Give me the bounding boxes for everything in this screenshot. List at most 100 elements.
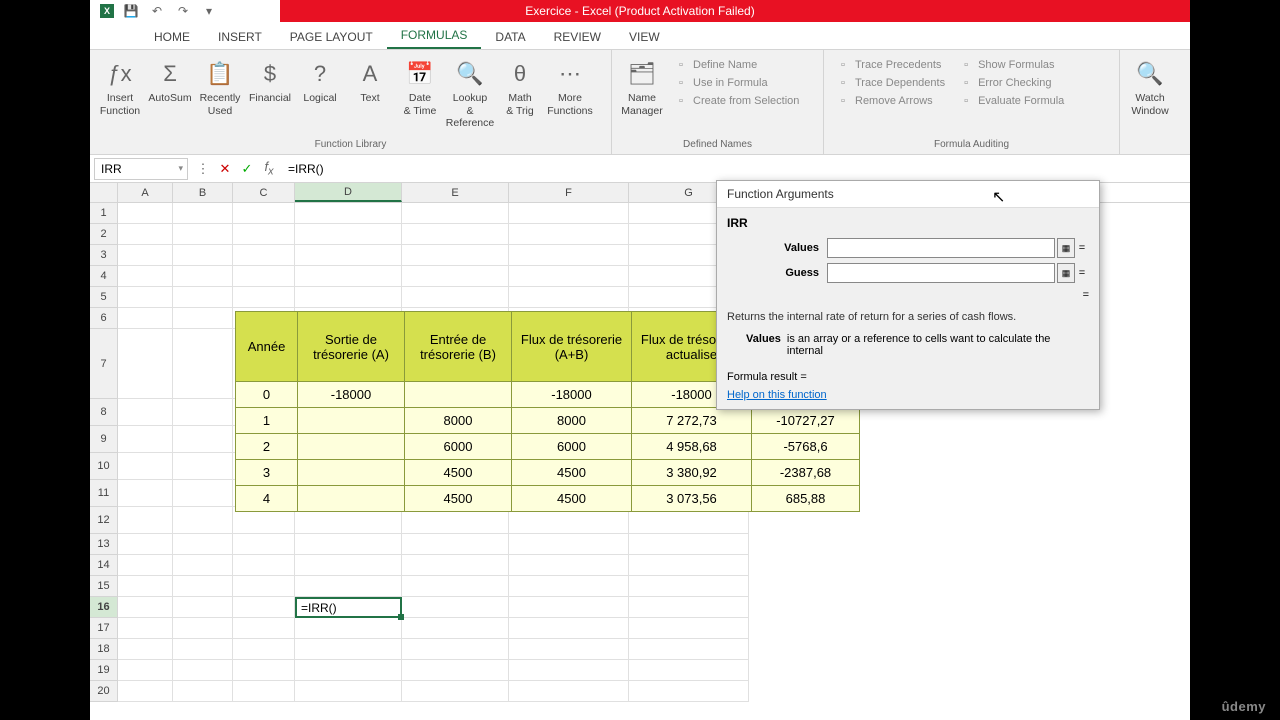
show-formulas-button[interactable]: ▫Show Formulas bbox=[959, 58, 1064, 72]
table-cell[interactable]: 3 073,56 bbox=[632, 486, 752, 512]
fn-recently-used-button[interactable]: 📋RecentlyUsed bbox=[196, 54, 244, 137]
fn-math-trig-button[interactable]: θMath& Trig bbox=[496, 54, 544, 137]
cell-A3[interactable] bbox=[118, 245, 173, 266]
table-cell[interactable] bbox=[298, 408, 405, 434]
cell-B4[interactable] bbox=[173, 266, 233, 287]
cell-A18[interactable] bbox=[118, 639, 173, 660]
cell-B20[interactable] bbox=[173, 681, 233, 702]
active-cell[interactable]: =IRR() bbox=[295, 597, 402, 618]
fn-logical-button[interactable]: ?Logical bbox=[296, 54, 344, 137]
arg-input-guess[interactable] bbox=[827, 263, 1055, 283]
row-header-6[interactable]: 6 bbox=[90, 308, 118, 329]
fn-lookup-reference-button[interactable]: 🔍Lookup& Reference bbox=[446, 54, 494, 137]
cell-D20[interactable] bbox=[295, 681, 402, 702]
cell-B11[interactable] bbox=[173, 480, 233, 507]
row-header-20[interactable]: 20 bbox=[90, 681, 118, 702]
cell-C16[interactable] bbox=[233, 597, 295, 618]
cell-F17[interactable] bbox=[509, 618, 629, 639]
cell-A20[interactable] bbox=[118, 681, 173, 702]
qat-dropdown-icon[interactable]: ▾ bbox=[200, 2, 218, 20]
table-cell[interactable]: 3 380,92 bbox=[632, 460, 752, 486]
cell-F19[interactable] bbox=[509, 660, 629, 681]
cell-D5[interactable] bbox=[295, 287, 402, 308]
cell-E5[interactable] bbox=[402, 287, 509, 308]
row-header-3[interactable]: 3 bbox=[90, 245, 118, 266]
cell-A2[interactable] bbox=[118, 224, 173, 245]
table-cell[interactable] bbox=[298, 434, 405, 460]
tab-home[interactable]: HOME bbox=[140, 25, 204, 49]
range-picker-icon[interactable]: ▦ bbox=[1057, 238, 1075, 258]
cell-B8[interactable] bbox=[173, 399, 233, 426]
name-manager-button[interactable]: 🗂 Name Manager bbox=[618, 54, 666, 137]
cell-G18[interactable] bbox=[629, 639, 749, 660]
row-header-4[interactable]: 4 bbox=[90, 266, 118, 287]
cell-F5[interactable] bbox=[509, 287, 629, 308]
table-cell[interactable]: -5768,6 bbox=[752, 434, 860, 460]
cell-D14[interactable] bbox=[295, 555, 402, 576]
row-header-19[interactable]: 19 bbox=[90, 660, 118, 681]
cell-B13[interactable] bbox=[173, 534, 233, 555]
cell-B5[interactable] bbox=[173, 287, 233, 308]
cell-B6[interactable] bbox=[173, 308, 233, 329]
cell-B16[interactable] bbox=[173, 597, 233, 618]
cell-F3[interactable] bbox=[509, 245, 629, 266]
cell-C14[interactable] bbox=[233, 555, 295, 576]
table-cell[interactable]: 8000 bbox=[405, 408, 512, 434]
cell-B17[interactable] bbox=[173, 618, 233, 639]
cell-A8[interactable] bbox=[118, 399, 173, 426]
col-header-A[interactable]: A bbox=[118, 183, 173, 202]
cell-E1[interactable] bbox=[402, 203, 509, 224]
cell-A11[interactable] bbox=[118, 480, 173, 507]
define-name-button[interactable]: ▫Define Name bbox=[674, 58, 799, 72]
cell-E20[interactable] bbox=[402, 681, 509, 702]
col-header-B[interactable]: B bbox=[173, 183, 233, 202]
row-header-9[interactable]: 9 bbox=[90, 426, 118, 453]
cell-F20[interactable] bbox=[509, 681, 629, 702]
cell-D18[interactable] bbox=[295, 639, 402, 660]
fn-financial-button[interactable]: $Financial bbox=[246, 54, 294, 137]
cell-B3[interactable] bbox=[173, 245, 233, 266]
cell-F16[interactable] bbox=[509, 597, 629, 618]
cell-A14[interactable] bbox=[118, 555, 173, 576]
row-header-5[interactable]: 5 bbox=[90, 287, 118, 308]
formula-input[interactable] bbox=[280, 158, 1190, 180]
cell-B18[interactable] bbox=[173, 639, 233, 660]
row-header-15[interactable]: 15 bbox=[90, 576, 118, 597]
row-header-16[interactable]: 16 bbox=[90, 597, 118, 618]
cell-C3[interactable] bbox=[233, 245, 295, 266]
table-cell[interactable]: 7 272,73 bbox=[632, 408, 752, 434]
table-cell[interactable]: 8000 bbox=[512, 408, 632, 434]
cell-B19[interactable] bbox=[173, 660, 233, 681]
table-cell[interactable]: 0 bbox=[236, 382, 298, 408]
cell-G19[interactable] bbox=[629, 660, 749, 681]
table-cell[interactable]: 4500 bbox=[405, 486, 512, 512]
cell-A15[interactable] bbox=[118, 576, 173, 597]
row-header-11[interactable]: 11 bbox=[90, 480, 118, 507]
cell-G14[interactable] bbox=[629, 555, 749, 576]
row-header-8[interactable]: 8 bbox=[90, 399, 118, 426]
cell-A4[interactable] bbox=[118, 266, 173, 287]
cell-A17[interactable] bbox=[118, 618, 173, 639]
table-cell[interactable]: -18000 bbox=[512, 382, 632, 408]
cell-B9[interactable] bbox=[173, 426, 233, 453]
cell-G16[interactable] bbox=[629, 597, 749, 618]
table-cell[interactable]: -2387,68 bbox=[752, 460, 860, 486]
remove-arrows-button[interactable]: ▫Remove Arrows bbox=[836, 94, 945, 108]
col-header-C[interactable]: C bbox=[233, 183, 295, 202]
fn-text-button[interactable]: AText bbox=[346, 54, 394, 137]
cell-A19[interactable] bbox=[118, 660, 173, 681]
cell-D3[interactable] bbox=[295, 245, 402, 266]
cell-E16[interactable] bbox=[402, 597, 509, 618]
tab-view[interactable]: VIEW bbox=[615, 25, 674, 49]
function-arguments-dialog[interactable]: Function Arguments IRR Values ▦ = Guess … bbox=[716, 180, 1100, 410]
cell-D2[interactable] bbox=[295, 224, 402, 245]
fn-date-time-button[interactable]: 📅Date& Time bbox=[396, 54, 444, 137]
col-header-F[interactable]: F bbox=[509, 183, 629, 202]
cell-A5[interactable] bbox=[118, 287, 173, 308]
help-link[interactable]: Help on this function bbox=[727, 389, 827, 401]
cell-D1[interactable] bbox=[295, 203, 402, 224]
table-cell[interactable]: -10727,27 bbox=[752, 408, 860, 434]
col-header-D[interactable]: D bbox=[295, 183, 402, 202]
cell-A13[interactable] bbox=[118, 534, 173, 555]
accept-icon[interactable]: ✓ bbox=[236, 158, 258, 180]
